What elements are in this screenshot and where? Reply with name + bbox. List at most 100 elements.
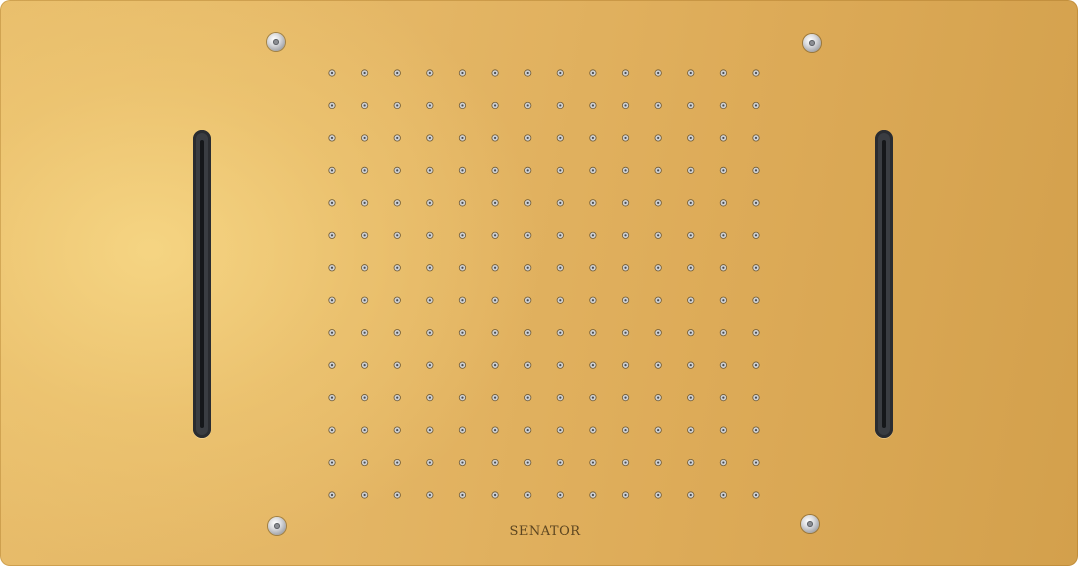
shower-head-panel: SENATOR xyxy=(0,0,1078,566)
nozzle xyxy=(524,361,532,369)
nozzle xyxy=(719,394,727,402)
nozzle xyxy=(328,458,336,467)
nozzle xyxy=(491,394,499,402)
nozzle xyxy=(654,426,662,434)
nozzle xyxy=(556,394,564,402)
nozzle xyxy=(752,199,760,207)
nozzle xyxy=(556,458,564,467)
nozzle xyxy=(556,426,564,434)
nozzle xyxy=(589,166,597,174)
mounting-screw-bottom-left xyxy=(268,517,286,535)
nozzle xyxy=(458,231,467,239)
nozzle xyxy=(458,329,467,337)
nozzle xyxy=(621,101,630,110)
nozzle xyxy=(719,134,727,142)
nozzle xyxy=(361,101,369,110)
nozzle xyxy=(621,166,630,174)
waterfall-slot-right xyxy=(875,130,893,438)
nozzle xyxy=(556,199,564,207)
mounting-screw-bottom-right xyxy=(801,515,819,533)
nozzle xyxy=(524,491,532,499)
nozzle xyxy=(328,166,336,174)
nozzle xyxy=(524,231,532,239)
nozzle xyxy=(621,361,630,369)
nozzle xyxy=(589,231,597,239)
nozzle xyxy=(719,296,727,304)
nozzle xyxy=(328,491,336,499)
nozzle xyxy=(719,491,727,499)
nozzle xyxy=(687,458,695,467)
nozzle xyxy=(556,231,564,239)
nozzle xyxy=(458,296,467,304)
nozzle xyxy=(752,264,760,272)
nozzle xyxy=(491,361,499,369)
nozzle xyxy=(491,458,499,467)
nozzle xyxy=(328,296,336,304)
nozzle xyxy=(589,458,597,467)
nozzle xyxy=(458,69,467,77)
nozzle xyxy=(556,329,564,337)
nozzle xyxy=(556,166,564,174)
nozzle xyxy=(654,361,662,369)
nozzle xyxy=(328,361,336,369)
nozzle xyxy=(524,426,532,434)
nozzle xyxy=(426,264,434,272)
nozzle xyxy=(589,69,597,77)
nozzle xyxy=(752,101,760,110)
nozzle xyxy=(393,426,401,434)
nozzle xyxy=(491,296,499,304)
nozzle xyxy=(491,101,499,110)
nozzle xyxy=(426,101,434,110)
nozzle xyxy=(426,134,434,142)
nozzle xyxy=(687,491,695,499)
nozzle xyxy=(556,264,564,272)
nozzle xyxy=(458,361,467,369)
nozzle xyxy=(589,329,597,337)
nozzle xyxy=(752,69,760,77)
nozzle xyxy=(654,101,662,110)
nozzle xyxy=(687,101,695,110)
nozzle xyxy=(654,491,662,499)
nozzle xyxy=(687,264,695,272)
nozzle xyxy=(621,69,630,77)
nozzle xyxy=(361,394,369,402)
nozzle xyxy=(491,199,499,207)
nozzle xyxy=(393,69,401,77)
nozzle xyxy=(524,394,532,402)
nozzle xyxy=(393,264,401,272)
nozzle xyxy=(491,264,499,272)
nozzle xyxy=(654,329,662,337)
nozzle xyxy=(458,264,467,272)
nozzle xyxy=(556,134,564,142)
nozzle xyxy=(491,329,499,337)
nozzle xyxy=(393,394,401,402)
nozzle xyxy=(752,296,760,304)
nozzle xyxy=(458,134,467,142)
nozzle xyxy=(328,264,336,272)
nozzle xyxy=(361,231,369,239)
nozzle xyxy=(687,134,695,142)
nozzle xyxy=(426,394,434,402)
nozzle xyxy=(328,329,336,337)
nozzle xyxy=(491,166,499,174)
nozzle xyxy=(719,231,727,239)
nozzle xyxy=(524,69,532,77)
nozzle xyxy=(621,296,630,304)
nozzle xyxy=(752,361,760,369)
nozzle xyxy=(458,491,467,499)
nozzle xyxy=(752,329,760,337)
nozzle xyxy=(621,329,630,337)
nozzle xyxy=(752,231,760,239)
nozzle xyxy=(393,458,401,467)
nozzle xyxy=(654,458,662,467)
nozzle xyxy=(426,329,434,337)
nozzle xyxy=(491,426,499,434)
nozzle xyxy=(719,264,727,272)
nozzle xyxy=(719,166,727,174)
nozzle xyxy=(458,394,467,402)
nozzle xyxy=(361,134,369,142)
nozzle xyxy=(458,426,467,434)
nozzle xyxy=(752,166,760,174)
nozzle xyxy=(491,491,499,499)
nozzle xyxy=(458,199,467,207)
